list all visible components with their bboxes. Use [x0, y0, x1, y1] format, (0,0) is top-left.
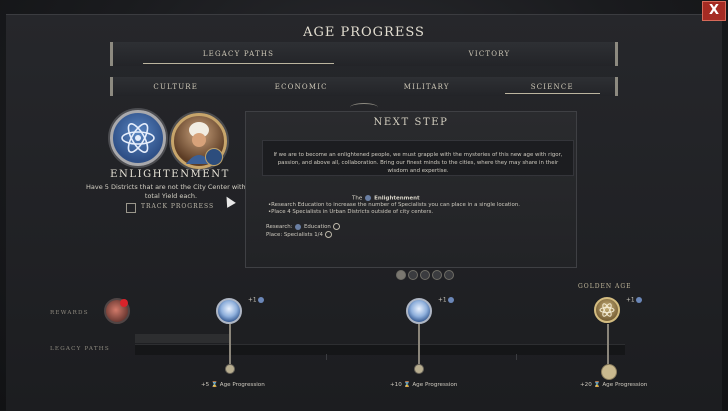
step-heading-prefix: The: [352, 195, 363, 202]
tech-icon: [295, 223, 302, 230]
leader-ability-icon: [205, 148, 223, 166]
tab-legacy-paths[interactable]: LEGACY PATHS: [113, 42, 364, 66]
milestone-2-label: +10 ⌛ Age Progression: [390, 382, 458, 388]
step-bullet-2: •Place 4 Specialists in Urban Districts …: [268, 209, 434, 215]
track-progress-checkbox[interactable]: [126, 203, 136, 213]
rewards-label: REWARDS: [50, 310, 89, 316]
objective-title: ENLIGHTENMENT: [110, 169, 230, 180]
milestone-1-label: +5 ⌛ Age Progression: [201, 382, 265, 388]
age-progression-coin-icon: [601, 364, 617, 380]
research-requirement: Research: Education: [266, 223, 340, 230]
milestone-1-marker: [225, 364, 235, 374]
place-requirement: Place: Specialists 1/4: [266, 231, 332, 238]
incomplete-circle-icon: [332, 223, 340, 230]
science-atom-icon: [110, 110, 166, 166]
step-heading-text: Enlightenment: [374, 195, 420, 202]
top-tab-bar: LEGACY PATHS VICTORY: [110, 42, 618, 66]
sub-tab-bar: CULTURE ECONOMIC MILITARY SCIENCE: [110, 77, 618, 96]
place-value: Specialists 1/4: [283, 232, 323, 238]
tab-military[interactable]: MILITARY: [364, 77, 490, 96]
milestone-2-reward: +1: [438, 297, 455, 304]
milestone-1-icon[interactable]: [216, 298, 242, 324]
page-dot-5[interactable]: [444, 270, 454, 280]
tab-culture[interactable]: CULTURE: [113, 77, 239, 96]
attribute-icon: [258, 297, 265, 303]
milestone-2-marker: [414, 364, 424, 374]
page-dot-3[interactable]: [420, 270, 430, 280]
attribute-icon: [448, 297, 455, 303]
next-step-title: NEXT STEP: [373, 117, 449, 128]
page-dot-1[interactable]: [396, 270, 406, 280]
page-dot-2[interactable]: [408, 270, 418, 280]
milestone-3-reward: +1: [626, 297, 643, 304]
golden-age-icon[interactable]: [594, 297, 620, 323]
science-icon: [365, 195, 372, 201]
incomplete-circle-icon: [324, 231, 332, 238]
legacy-progress-bar: [135, 344, 625, 355]
tab-victory[interactable]: VICTORY: [364, 42, 615, 66]
milestone-2-icon[interactable]: [406, 298, 432, 324]
tab-economic[interactable]: ECONOMIC: [239, 77, 365, 96]
page-dot-4[interactable]: [432, 270, 442, 280]
notification-dot: [120, 299, 128, 307]
step-heading: The Enlightenment: [352, 195, 420, 202]
bar-tick: [516, 354, 517, 360]
next-step-quote: If we are to become an enlightened peopl…: [262, 140, 574, 176]
bar-tick: [326, 354, 327, 360]
close-button[interactable]: X: [702, 1, 726, 21]
progress-rail: [135, 334, 230, 343]
milestone-1-reward: +1: [248, 297, 265, 304]
place-label: Place:: [266, 232, 283, 238]
legacy-paths-label: LEGACY PATHS: [50, 346, 110, 352]
golden-age-label: GOLDEN AGE: [578, 283, 632, 290]
milestone-3-label: +20 ⌛ Age Progression: [580, 382, 648, 388]
milestone-1-stem: [229, 324, 231, 364]
next-step-panel: [245, 111, 577, 268]
tab-science[interactable]: SCIENCE: [490, 77, 616, 96]
research-value: Education: [303, 224, 331, 230]
attribute-icon: [636, 297, 643, 303]
track-progress-label: TRACK PROGRESS: [141, 203, 215, 210]
research-label: Research:: [266, 224, 293, 230]
step-bullet-1: •Research Education to increase the numb…: [268, 202, 520, 208]
milestone-2-stem: [418, 324, 420, 364]
milestone-3-stem: [607, 324, 609, 364]
page-title: AGE PROGRESS: [303, 25, 425, 40]
